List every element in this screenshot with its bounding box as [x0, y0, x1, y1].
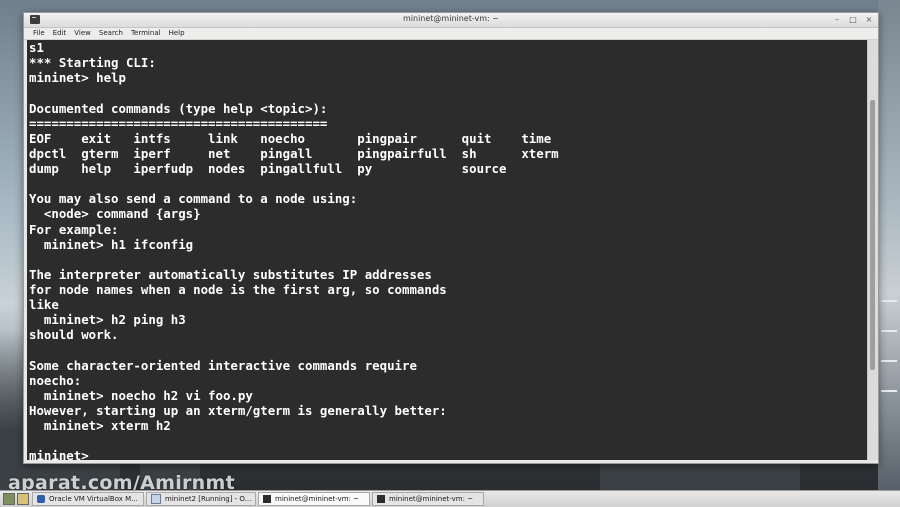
virtualbox-icon	[37, 495, 45, 503]
terminal-scrollbar[interactable]	[867, 40, 878, 460]
desktop-background	[878, 0, 900, 490]
menu-view[interactable]: View	[71, 28, 96, 39]
minimize-button[interactable]: –	[832, 14, 842, 25]
terminal-line: mininet> noecho h2 vi foo.py	[29, 387, 253, 403]
title-bar[interactable]: mininet@mininet-vm: ~ – □ ×	[24, 13, 878, 28]
terminal-line: For example:	[29, 221, 119, 237]
terminal-line: dpctl gterm iperf net pingall pingpairfu…	[29, 145, 559, 161]
taskbar-item-label: mininet@mininet-vm: ~	[389, 495, 474, 503]
terminal-output[interactable]: s1 *** Starting CLI: mininet> help Documen…	[27, 40, 867, 460]
terminal-line: dump help iperfudp nodes pingallfull py …	[29, 161, 507, 176]
menu-edit[interactable]: Edit	[50, 28, 72, 39]
taskbar-item-label: mininet@mininet-vm: ~	[275, 495, 360, 503]
terminal-line: However, starting up an xterm/gterm is g…	[29, 403, 447, 418]
terminal-line: EOF exit intfs link noecho pingpair quit…	[29, 130, 552, 146]
terminal-line: mininet> h2 ping h3	[29, 312, 186, 328]
terminal-line: Some character-oriented interactive comm…	[29, 357, 417, 373]
menu-bar: File Edit View Search Terminal Help	[24, 28, 878, 40]
terminal-line: like	[29, 297, 59, 313]
terminal-icon	[377, 495, 385, 503]
taskbar-item-virtualbox[interactable]: Oracle VM VirtualBox M...	[32, 492, 144, 506]
menu-terminal[interactable]: Terminal	[128, 28, 166, 39]
taskbar-item-label: mininet2 [Running] - O...	[165, 495, 252, 503]
taskbar: Oracle VM VirtualBox M... mininet2 [Runn…	[0, 490, 900, 507]
close-button[interactable]: ×	[864, 14, 874, 25]
maximize-button[interactable]: □	[848, 14, 858, 25]
virtualbox-vm-icon	[151, 494, 161, 504]
terminal-window: mininet@mininet-vm: ~ – □ × File Edit Vi…	[23, 12, 879, 464]
taskbar-item-label: Oracle VM VirtualBox M...	[49, 495, 138, 503]
launcher-icon[interactable]	[17, 493, 29, 505]
terminal-line: mininet> help	[29, 70, 126, 86]
menu-help[interactable]: Help	[166, 28, 190, 39]
terminal-icon	[263, 495, 271, 503]
taskbar-item-terminal-1[interactable]: mininet@mininet-vm: ~	[258, 492, 370, 506]
terminal-line: mininet> xterm h2	[29, 418, 171, 434]
terminal-line: should work.	[29, 327, 119, 343]
terminal-line: The interpreter automatically substitute…	[29, 266, 432, 282]
menu-file[interactable]: File	[30, 28, 50, 39]
show-desktop-icon[interactable]	[3, 493, 15, 505]
terminal-line: ========================================	[29, 115, 328, 131]
terminal-line: You may also send a command to a node us…	[29, 191, 358, 207]
terminal-line: Documented commands (type help <topic>):	[29, 100, 328, 116]
terminal-prompt[interactable]: mininet>	[29, 448, 867, 460]
scrollbar-thumb[interactable]	[870, 100, 875, 370]
terminal-line: *** Starting CLI:	[29, 55, 156, 71]
menu-search[interactable]: Search	[96, 28, 128, 39]
terminal-line: s1	[29, 40, 44, 55]
window-title: mininet@mininet-vm: ~	[402, 14, 499, 23]
taskbar-item-mininet2[interactable]: mininet2 [Running] - O...	[146, 492, 256, 506]
terminal-line: mininet> h1 ifconfig	[29, 236, 194, 252]
terminal-line: <node> command {args}	[29, 206, 201, 222]
terminal-line: noecho:	[29, 372, 82, 388]
taskbar-item-terminal-2[interactable]: mininet@mininet-vm: ~	[372, 492, 484, 506]
terminal-line: for node names when a node is the first …	[29, 282, 447, 297]
